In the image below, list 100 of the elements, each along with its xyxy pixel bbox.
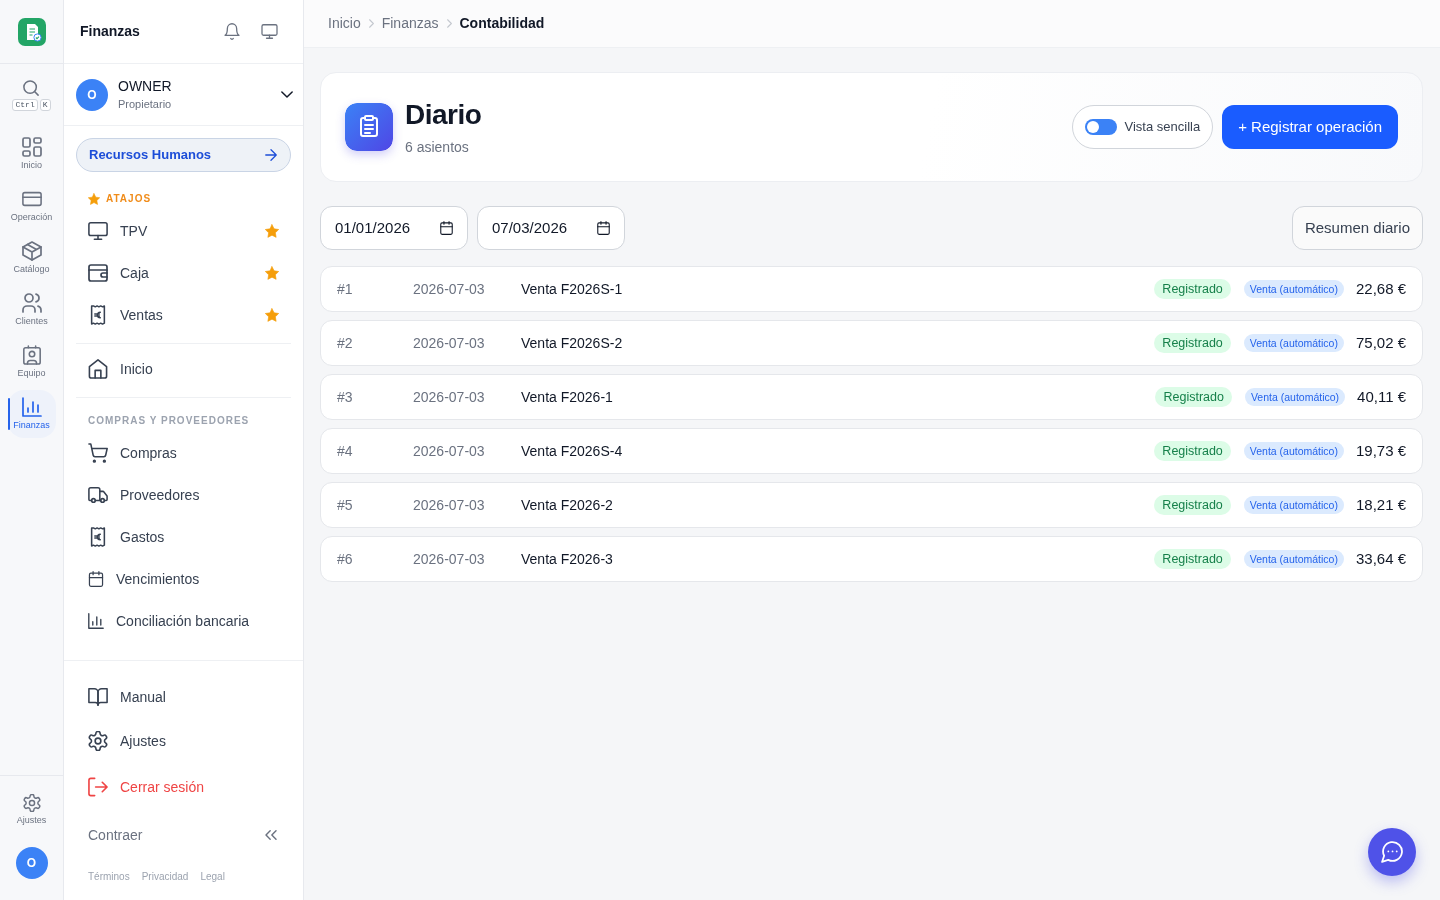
entry-description: Venta F2026-2 xyxy=(521,495,614,515)
entry-amount: 33,64 € xyxy=(1355,548,1406,569)
double-chevron-left-icon xyxy=(265,830,277,840)
entry-date: 2026-07-03 xyxy=(413,549,486,569)
status-tag: Registrado xyxy=(1154,441,1231,461)
calendar-icon xyxy=(440,221,453,235)
calendar-icon xyxy=(88,571,104,587)
home-icon xyxy=(88,359,108,379)
nav-link[interactable]: Manual xyxy=(76,675,291,719)
view-toggle[interactable]: Vista sencilla xyxy=(1071,105,1214,149)
entry-row[interactable]: #2 2026-07-03 Venta F2026S-2 Registrado Venta (automático) 75,02 € xyxy=(320,320,1423,366)
entry-number: #6 xyxy=(337,549,354,569)
entry-row[interactable]: #5 2026-07-03 Venta F2026-2 Registrado Venta (automático) 18,21 € xyxy=(320,482,1423,528)
rail-nav-item[interactable]: Equipo xyxy=(7,338,56,386)
status-tag: Registrado xyxy=(1155,387,1232,407)
card-icon xyxy=(21,189,42,209)
breadcrumb-link[interactable]: Finanzas xyxy=(381,13,439,34)
notifications-button[interactable] xyxy=(224,23,240,40)
nav-link[interactable]: TPV xyxy=(76,210,291,252)
nav-link[interactable]: Proveedores xyxy=(76,474,291,516)
entry-row[interactable]: #1 2026-07-03 Venta F2026S-1 Registrado Venta (automático) 22,68 € xyxy=(320,266,1423,312)
user-avatar[interactable]: O xyxy=(15,847,48,879)
search-icon xyxy=(23,80,40,96)
grid-icon xyxy=(21,137,42,157)
rail-nav-item[interactable]: Inicio xyxy=(7,130,56,178)
entry-number: #3 xyxy=(337,387,354,407)
entry-date: 2026-07-03 xyxy=(413,279,486,299)
rail-nav-item[interactable]: Finanzas xyxy=(7,390,56,438)
rail-nav-item[interactable]: Clientes xyxy=(7,286,56,334)
user-role: Propietario xyxy=(118,97,173,111)
date-field[interactable]: 01/01/2026 xyxy=(320,206,468,250)
entry-description: Venta F2026S-4 xyxy=(521,441,624,461)
logout-link[interactable]: Cerrar sesión xyxy=(76,765,291,809)
book-icon xyxy=(88,687,108,707)
source-tag: Venta (automático) xyxy=(1243,334,1344,352)
calendar-icon xyxy=(597,221,610,235)
breadcrumb-current: Contabilidad xyxy=(459,14,545,33)
search-button[interactable]: Ctrl K xyxy=(12,80,51,111)
app-logo xyxy=(17,17,46,46)
nav-link[interactable]: Vencimientos xyxy=(76,558,291,600)
cart-icon xyxy=(88,443,108,463)
entry-row[interactable]: #4 2026-07-03 Venta F2026S-4 Registrado Venta (automático) 19,73 € xyxy=(320,428,1423,474)
users-icon xyxy=(21,293,42,313)
entry-amount: 22,68 € xyxy=(1355,278,1406,299)
toggle-switch[interactable] xyxy=(1084,119,1117,135)
shortcut-key: Ctrl xyxy=(12,99,38,111)
entry-description: Venta F2026-1 xyxy=(521,387,614,407)
rail-nav-item[interactable]: Catálogo xyxy=(7,234,56,282)
user-avatar[interactable]: O xyxy=(76,78,108,111)
register-button[interactable]: + Registrar operación xyxy=(1222,105,1398,149)
toggle-label: Vista sencilla xyxy=(1124,118,1201,137)
entry-description: Venta F2026S-2 xyxy=(521,333,624,353)
section-heading: ATAJOS xyxy=(106,192,152,206)
bar-chart-icon xyxy=(88,613,104,629)
bar-chart-icon xyxy=(21,397,42,417)
receipt-icon xyxy=(88,527,108,547)
date-field[interactable]: 07/03/2026 xyxy=(477,206,625,250)
clipboard-icon xyxy=(345,103,393,151)
entry-row[interactable]: #6 2026-07-03 Venta F2026-3 Registrado Venta (automático) 33,64 € xyxy=(320,536,1423,582)
source-tag: Venta (automático) xyxy=(1243,442,1344,460)
entry-number: #1 xyxy=(337,279,354,299)
receipt-icon xyxy=(88,305,108,325)
module-link-button[interactable]: Recursos Humanos xyxy=(76,138,291,172)
nav-link[interactable]: Ajustes xyxy=(76,719,291,763)
monitor-icon xyxy=(261,24,278,39)
chevron-down-icon xyxy=(281,91,293,98)
chevron-right-icon xyxy=(446,19,452,28)
entry-description: Venta F2026S-1 xyxy=(521,279,624,299)
star-icon xyxy=(88,193,100,205)
entry-description: Venta F2026-3 xyxy=(521,549,614,569)
nav-link[interactable]: Gastos xyxy=(76,516,291,558)
chat-button[interactable] xyxy=(1368,828,1416,876)
monitor-icon xyxy=(88,221,108,241)
summary-button[interactable]: Resumen diario xyxy=(1291,206,1423,250)
nav-link[interactable]: Compras xyxy=(76,432,291,474)
rail-nav-item[interactable]: Ajustes xyxy=(7,790,56,830)
display-button[interactable] xyxy=(261,24,278,39)
box-icon xyxy=(21,241,42,261)
rail-nav-item[interactable]: Operación xyxy=(7,182,56,230)
section-heading: COMPRAS Y PROVEEDORES xyxy=(88,414,250,428)
status-tag: Registrado xyxy=(1154,495,1231,515)
nav-link[interactable]: Inicio xyxy=(76,348,291,390)
nav-link[interactable]: Ventas xyxy=(76,294,291,336)
entry-count: 6 asientos xyxy=(405,138,470,156)
logout-icon xyxy=(88,777,108,797)
entry-date: 2026-07-03 xyxy=(413,387,486,407)
source-tag: Venta (automático) xyxy=(1243,280,1344,298)
wallet-icon xyxy=(88,263,108,283)
breadcrumb-link[interactable]: Inicio xyxy=(328,13,361,34)
user-name: OWNER xyxy=(118,78,173,95)
nav-link[interactable]: Caja xyxy=(76,252,291,294)
truck-icon xyxy=(88,485,108,505)
collapse-button[interactable]: Contraer xyxy=(76,813,291,857)
entry-amount: 19,73 € xyxy=(1355,440,1406,461)
chat-icon xyxy=(1381,841,1403,863)
bell-icon xyxy=(224,23,240,40)
entry-date: 2026-07-03 xyxy=(413,495,486,515)
entry-row[interactable]: #3 2026-07-03 Venta F2026-1 Registrado Venta (automático) 40,11 € xyxy=(320,374,1423,420)
settings-icon xyxy=(88,731,108,751)
nav-link[interactable]: Conciliación bancaria xyxy=(76,600,291,642)
